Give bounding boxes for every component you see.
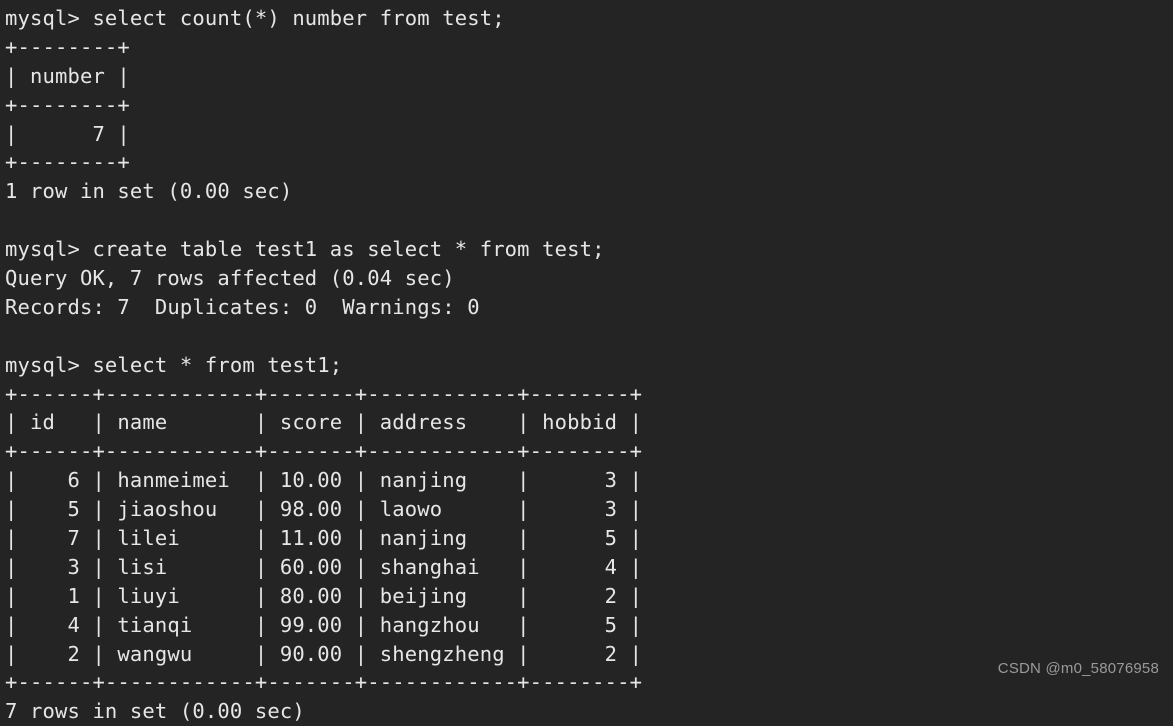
terminal-line: | 6 | hanmeimei | 10.00 | nanjing | 3 | [5, 468, 643, 493]
terminal-output: mysql> select count(*) number from test;… [5, 4, 1173, 726]
terminal-line: | 1 | liuyi | 80.00 | beijing | 2 | [5, 583, 643, 608]
csdn-watermark: CSDN @m0_58076958 [997, 660, 1159, 677]
terminal-line: 7 rows in set (0.00 sec) [5, 699, 305, 724]
terminal-line: | 4 | tianqi | 99.00 | hangzhou | 5 | [5, 612, 643, 637]
terminal-line: +--------+ [5, 150, 130, 175]
terminal-line: mysql> select count(*) number from test; [5, 6, 505, 30]
terminal-line: | 7 | lilei | 11.00 | nanjing | 5 | [5, 526, 643, 551]
terminal-line: | 3 | lisi | 60.00 | shanghai | 4 | [5, 554, 643, 579]
terminal-line: +--------+ [5, 92, 130, 117]
terminal-line: | id | name | score | address | hobbid | [5, 410, 643, 435]
terminal-line: | number | [5, 63, 130, 88]
terminal-line: | 5 | jiaoshou | 98.00 | laowo | 3 | [5, 497, 643, 522]
terminal-line: +--------+ [5, 34, 130, 59]
terminal-line: mysql> select * from test1; [5, 352, 343, 377]
terminal-line: Query OK, 7 rows affected (0.04 sec) [5, 266, 455, 291]
terminal-line: mysql> create table test1 as select * fr… [5, 237, 605, 262]
terminal-line: | 7 | [5, 121, 130, 146]
terminal-window[interactable]: mysql> select count(*) number from test;… [0, 0, 1173, 723]
terminal-line: +------+------------+-------+-----------… [5, 439, 643, 464]
terminal-line: +------+------------+-------+-----------… [5, 381, 643, 406]
terminal-line: 1 row in set (0.00 sec) [5, 179, 293, 204]
terminal-line: Records: 7 Duplicates: 0 Warnings: 0 [5, 294, 480, 319]
